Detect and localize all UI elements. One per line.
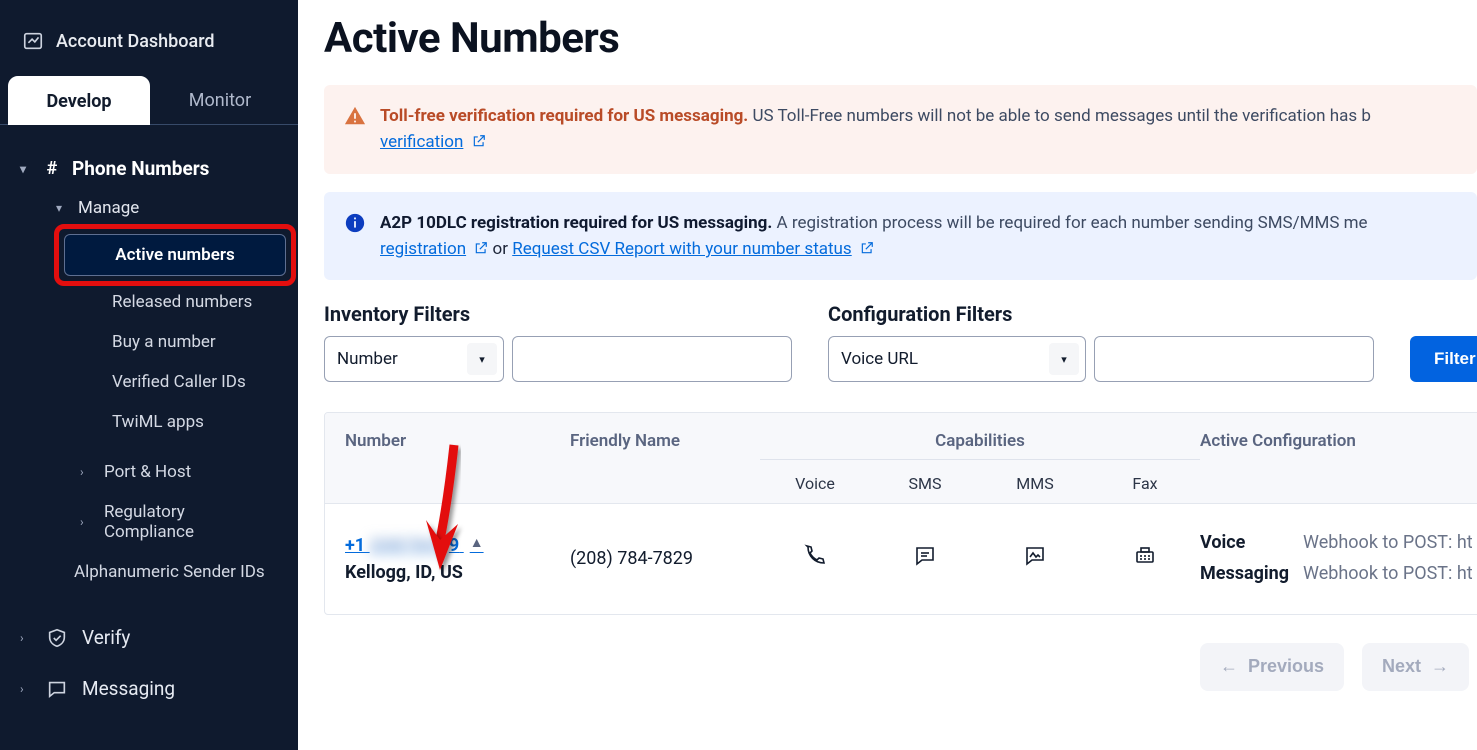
cap-mms-cell (980, 544, 1090, 573)
next-button[interactable]: Next → (1362, 643, 1469, 691)
col-mms: MMS (980, 474, 1090, 493)
col-sms: SMS (870, 474, 980, 493)
warning-icon (344, 105, 366, 127)
alert-info-body: A registration process will be required … (772, 213, 1367, 233)
chevron-right-icon: › (80, 465, 92, 479)
config-voice-value: Webhook to POST: ht (1303, 528, 1473, 559)
chevron-down-icon: ▾ (56, 201, 68, 215)
nav-messaging[interactable]: › Messaging (0, 663, 298, 714)
nav-buy-a-number[interactable]: Buy a number (0, 322, 298, 362)
chevron-right-icon: › (80, 515, 92, 529)
col-active-configuration: Active Configuration (1200, 431, 1477, 451)
phone-icon (803, 544, 827, 568)
alert-warn-title: Toll-free verification required for US m… (380, 106, 748, 126)
chevron-down-icon: ▾ (467, 343, 497, 375)
number-location: Kellogg, ID, US (345, 562, 570, 583)
nav-twiml-apps[interactable]: TwiML apps (0, 402, 298, 442)
account-dashboard-label: Account Dashboard (56, 31, 215, 52)
arrow-right-icon: → (1431, 656, 1449, 677)
table-row: +1 20878479 ▲ Kellogg, ID, US (208) 784-… (325, 503, 1477, 613)
account-dashboard-link[interactable]: Account Dashboard (0, 18, 298, 70)
alert-tollfree-verification: Toll-free verification required for US m… (324, 85, 1477, 174)
info-icon (344, 212, 366, 234)
sms-icon (913, 544, 937, 568)
friendly-name-cell: (208) 784-7829 (570, 548, 760, 569)
previous-button[interactable]: ← Previous (1200, 643, 1344, 691)
cap-voice-cell (760, 544, 870, 573)
page-title: Active Numbers (324, 14, 1477, 63)
main-content: Active Numbers Toll-free verification re… (298, 0, 1477, 750)
triangle-up-icon: ▲ (470, 535, 484, 551)
col-fax: Fax (1090, 474, 1200, 493)
config-filters-label: Configuration Filters (828, 302, 1374, 326)
csv-report-link[interactable]: Request CSV Report with your number stat… (512, 239, 852, 259)
tab-monitor[interactable]: Monitor (150, 76, 290, 124)
alert-info-title: A2P 10DLC registration required for US m… (380, 213, 772, 233)
nav-verify[interactable]: › Verify (0, 612, 298, 663)
mms-icon (1023, 544, 1047, 568)
alert-a2p-registration: A2P 10DLC registration required for US m… (324, 192, 1477, 281)
chevron-down-icon: ▾ (1049, 343, 1079, 375)
nav-verified-caller-ids[interactable]: Verified Caller IDs (0, 362, 298, 402)
sidebar-tabs: Develop Monitor (0, 76, 298, 125)
filter-button[interactable]: Filter (1410, 336, 1477, 382)
phone-number-link[interactable]: +1 20878479 ▲ (345, 535, 484, 556)
config-filter-block: Configuration Filters Voice URL ▾ (828, 302, 1374, 382)
fax-icon (1133, 544, 1157, 568)
config-cell: Voice Messaging Webhook to POST: ht Webh… (1200, 528, 1477, 589)
config-filter-select[interactable]: Voice URL ▾ (828, 336, 1086, 382)
tab-develop[interactable]: Develop (8, 76, 150, 125)
nav-active-numbers-highlight: Active numbers (64, 234, 286, 276)
filters-row: Inventory Filters Number ▾ Configuration… (324, 302, 1477, 382)
arrow-left-icon: ← (1220, 656, 1238, 677)
nav-port-and-host[interactable]: › Port & Host (0, 452, 298, 492)
chevron-down-icon: ▾ (20, 162, 32, 176)
table-header: Number Friendly Name Capabilities Voice … (325, 413, 1477, 503)
dashboard-icon (22, 30, 44, 52)
external-link-icon (474, 241, 488, 255)
chevron-right-icon: › (20, 631, 32, 645)
alert-or-text: or (493, 239, 513, 259)
config-filter-input[interactable] (1094, 336, 1374, 382)
inventory-filters-label: Inventory Filters (324, 302, 792, 326)
config-messaging-value: Webhook to POST: ht (1303, 559, 1473, 590)
nav-regulatory-compliance[interactable]: › Regulatory Compliance (0, 492, 298, 552)
inventory-filter-block: Inventory Filters Number ▾ (324, 302, 792, 382)
external-link-icon (472, 134, 486, 148)
config-messaging-label: Messaging (1200, 559, 1289, 590)
nav-active-numbers[interactable]: Active numbers (64, 234, 286, 276)
registration-link[interactable]: registration (380, 239, 466, 259)
sidebar-nav: ▾ # Phone Numbers ▾ Manage Active number… (0, 125, 298, 714)
cap-fax-cell (1090, 544, 1200, 573)
col-capabilities: Capabilities (760, 431, 1200, 460)
chat-icon (46, 678, 68, 700)
pagination: ← Previous Next → (324, 615, 1477, 691)
number-cell: +1 20878479 ▲ Kellogg, ID, US (345, 534, 570, 583)
nav-phone-numbers[interactable]: ▾ # Phone Numbers (0, 149, 298, 188)
nav-alphanumeric-sender-ids[interactable]: Alphanumeric Sender IDs (0, 552, 298, 592)
hash-icon: # (42, 158, 62, 179)
sidebar: Account Dashboard Develop Monitor ▾ # Ph… (0, 0, 298, 750)
numbers-table: Number Friendly Name Capabilities Voice … (324, 412, 1477, 614)
chevron-right-icon: › (20, 682, 32, 696)
inventory-filter-select[interactable]: Number ▾ (324, 336, 504, 382)
verification-link[interactable]: verification (380, 132, 463, 152)
alert-warn-body: US Toll-Free numbers will not be able to… (748, 106, 1371, 126)
col-friendly-name: Friendly Name (570, 431, 760, 451)
col-voice: Voice (760, 474, 870, 493)
nav-manage[interactable]: ▾ Manage (0, 188, 298, 228)
inventory-filter-input[interactable] (512, 336, 792, 382)
cap-sms-cell (870, 544, 980, 573)
shield-check-icon (46, 627, 68, 649)
col-number: Number (345, 431, 570, 451)
external-link-icon (860, 241, 874, 255)
nav-released-numbers[interactable]: Released numbers (0, 282, 298, 322)
config-voice-label: Voice (1200, 528, 1289, 559)
